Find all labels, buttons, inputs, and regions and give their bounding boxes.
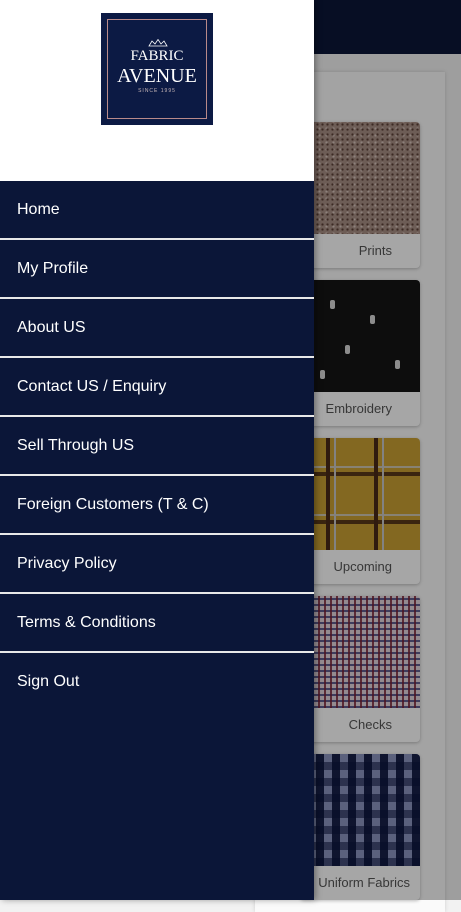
fabric-avenue-logo: FABRIC AVENUE SINCE 1995 [101,13,213,125]
menu-item-privacy-policy[interactable]: Privacy Policy [0,535,314,594]
logo-text-line1: FABRIC [130,48,184,64]
logo-text-line2: AVENUE [117,65,197,87]
drawer-menu: Home My Profile About US Contact US / En… [0,181,314,710]
navigation-drawer: FABRIC AVENUE SINCE 1995 Home My Profile… [0,0,314,900]
menu-item-about-us[interactable]: About US [0,299,314,358]
menu-item-contact-us[interactable]: Contact US / Enquiry [0,358,314,417]
menu-item-my-profile[interactable]: My Profile [0,240,314,299]
drawer-header: FABRIC AVENUE SINCE 1995 [0,0,314,181]
crown-icon [148,39,168,47]
menu-item-sign-out[interactable]: Sign Out [0,653,314,710]
menu-item-foreign-customers[interactable]: Foreign Customers (T & C) [0,476,314,535]
menu-item-home[interactable]: Home [0,181,314,240]
logo-tagline: SINCE 1995 [138,88,176,94]
menu-item-sell-through-us[interactable]: Sell Through US [0,417,314,476]
menu-item-terms-conditions[interactable]: Terms & Conditions [0,594,314,653]
